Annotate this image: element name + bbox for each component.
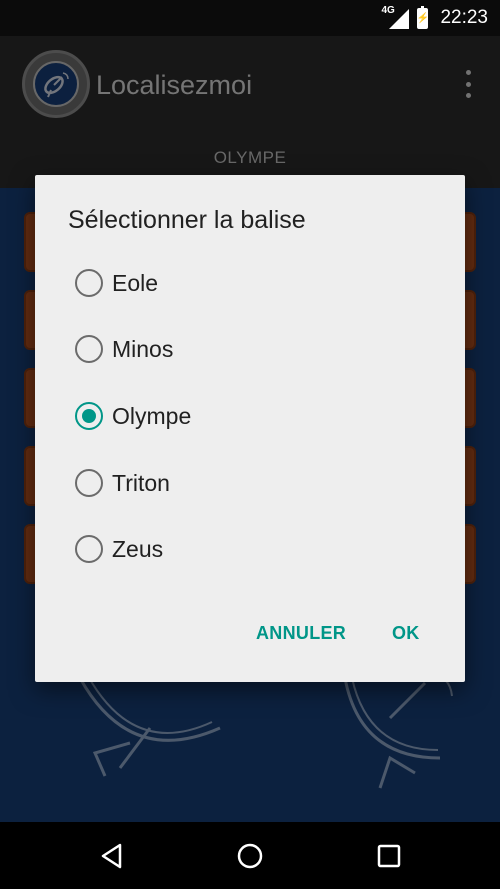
signal-icon: 4G bbox=[381, 5, 410, 29]
option-minos[interactable]: Minos bbox=[75, 324, 435, 374]
option-label: Triton bbox=[112, 469, 170, 496]
cancel-button[interactable]: ANNULER bbox=[256, 623, 346, 644]
navigation-bar bbox=[0, 822, 500, 889]
status-time: 22:23 bbox=[440, 7, 488, 28]
battery-icon: ⚡ bbox=[417, 5, 429, 29]
screen: 4G ⚡ 22:23 Localisezmoi OLYMPE Sélection… bbox=[0, 0, 500, 889]
ok-button[interactable]: OK bbox=[392, 623, 420, 644]
radio-button-checked[interactable] bbox=[75, 402, 103, 430]
option-olympe[interactable]: Olympe bbox=[75, 391, 435, 441]
option-eole[interactable]: Eole bbox=[75, 258, 435, 308]
option-triton[interactable]: Triton bbox=[75, 458, 435, 508]
select-beacon-dialog: Sélectionner la balise Eole Minos Olympe… bbox=[35, 175, 465, 682]
radio-button[interactable] bbox=[75, 335, 103, 363]
back-triangle-icon[interactable] bbox=[98, 842, 126, 870]
option-label: Zeus bbox=[112, 535, 164, 562]
recents-square-icon[interactable] bbox=[375, 842, 403, 870]
option-zeus[interactable]: Zeus bbox=[75, 524, 435, 574]
home-circle-icon[interactable] bbox=[236, 842, 264, 870]
status-bar: 4G ⚡ 22:23 bbox=[0, 0, 500, 36]
option-label: Minos bbox=[112, 335, 174, 362]
radio-button[interactable] bbox=[75, 269, 103, 297]
option-label: Eole bbox=[112, 269, 159, 296]
radio-button[interactable] bbox=[75, 469, 103, 497]
option-label: Olympe bbox=[112, 402, 192, 429]
dialog-title: Sélectionner la balise bbox=[68, 206, 306, 234]
radio-button[interactable] bbox=[75, 535, 103, 563]
